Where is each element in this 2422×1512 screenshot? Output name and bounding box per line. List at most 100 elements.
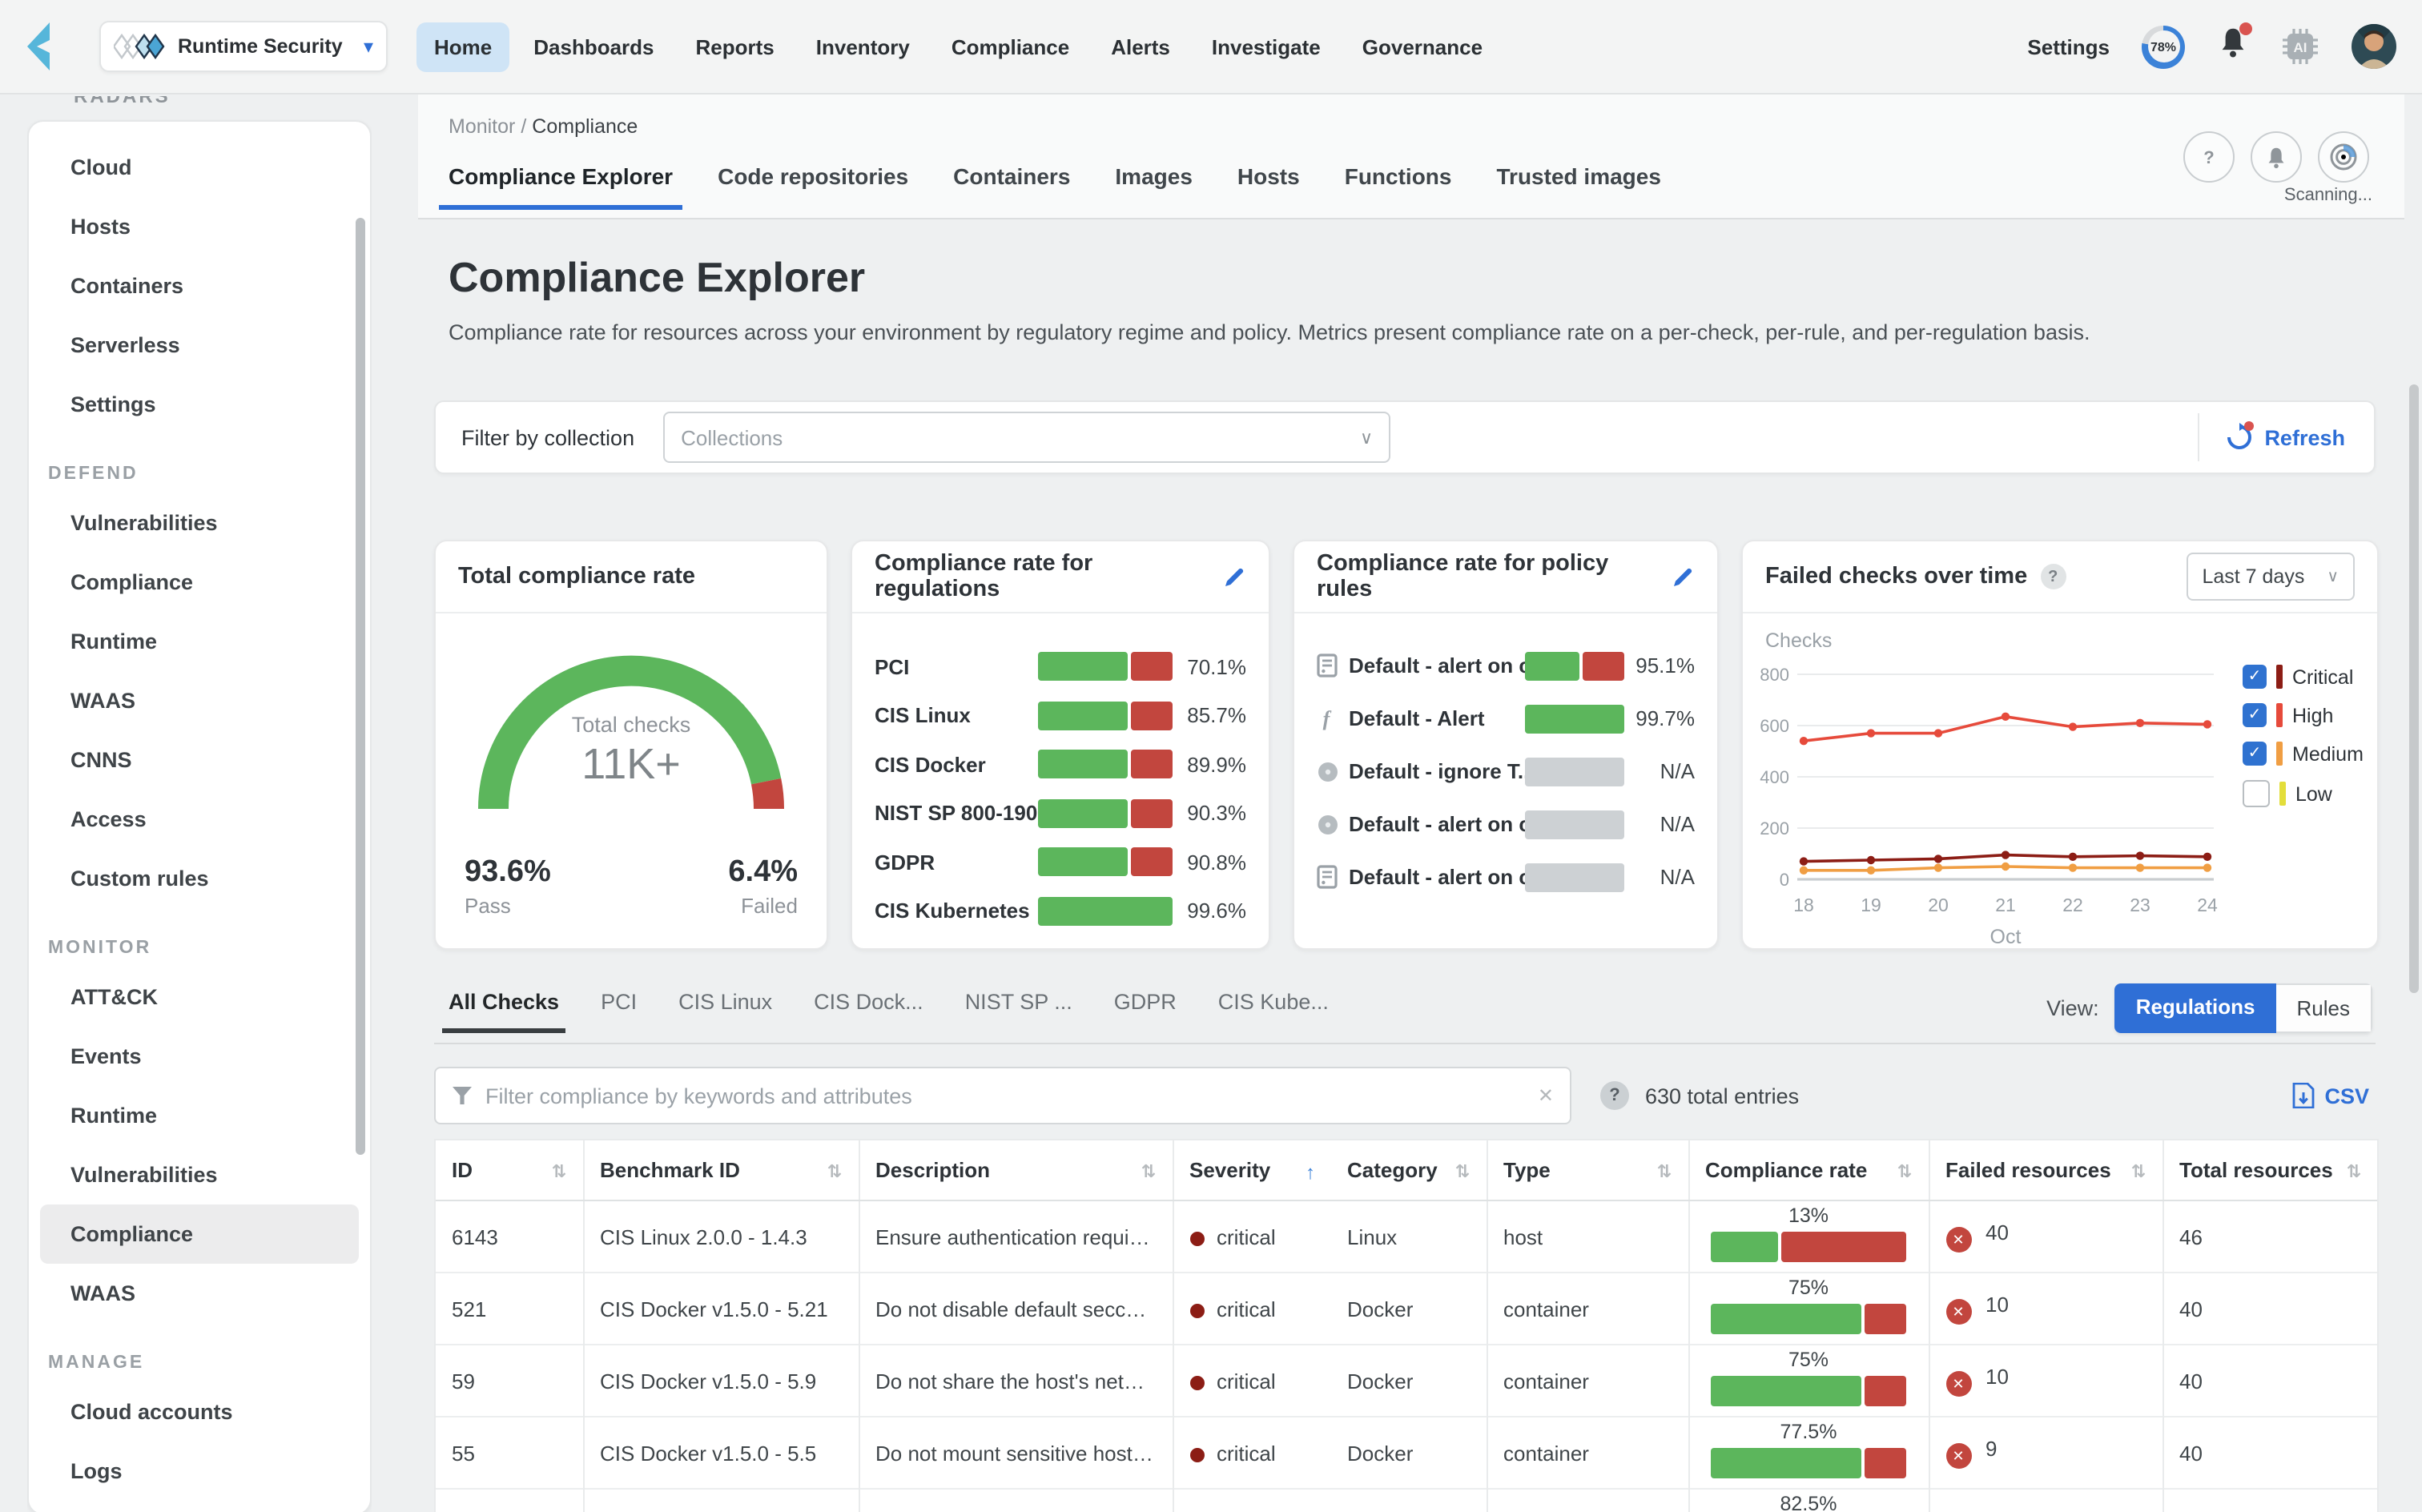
checked-checkbox[interactable]: ✓ (2243, 665, 2267, 689)
sidebar-item-waas[interactable]: WAAS (40, 671, 359, 730)
sidebar-item-cloud[interactable]: Cloud (40, 138, 359, 197)
tab-functions[interactable]: Functions (1345, 163, 1452, 210)
view-option-regulations[interactable]: Regulations (2115, 983, 2276, 1033)
regulation-row[interactable]: PCI70.1% (875, 642, 1246, 691)
checks-tab-pci[interactable]: PCI (601, 990, 637, 1033)
checked-checkbox[interactable]: ✓ (2243, 703, 2267, 727)
sidebar-item-settings[interactable]: Settings (40, 375, 359, 434)
checks-tab-nist-sp-[interactable]: NIST SP ... (965, 990, 1072, 1033)
sort-icon[interactable]: ⇅ (827, 1161, 842, 1182)
column-header-type[interactable]: Type⇅ (1487, 1140, 1688, 1200)
edit-pencil-icon[interactable] (1671, 565, 1695, 589)
sidebar-item-runtime[interactable]: Runtime (40, 612, 359, 671)
regulation-row[interactable]: GDPR90.8% (875, 838, 1246, 887)
sidebar-item-cloud-accounts[interactable]: Cloud accounts (40, 1382, 359, 1442)
policy-rule-row[interactable]: Default - ignore T...N/A (1317, 745, 1695, 798)
tab-code-repositories[interactable]: Code repositories (718, 163, 908, 210)
sidebar-scrollbar[interactable] (356, 218, 365, 1155)
nav-item-investigate[interactable]: Investigate (1194, 22, 1338, 71)
nav-item-compliance[interactable]: Compliance (934, 22, 1087, 71)
table-row[interactable]: 515CIS Docker v1.5.0 - 5.15Do not share … (436, 1489, 2377, 1512)
column-header-total-resources[interactable]: Total resources⇅ (2162, 1140, 2377, 1200)
column-header-category[interactable]: Category⇅ (1331, 1140, 1487, 1200)
sort-arrow-asc-icon[interactable]: ↑ (1306, 1160, 1315, 1183)
sidebar-item-hosts[interactable]: Hosts (40, 197, 359, 256)
sort-icon[interactable]: ⇅ (1897, 1161, 1912, 1182)
column-header-id[interactable]: ID⇅ (436, 1140, 583, 1200)
breadcrumb-parent[interactable]: Monitor (449, 115, 515, 138)
regulation-row[interactable]: CIS Kubernetes99.6% (875, 887, 1246, 935)
view-option-rules[interactable]: Rules (2276, 983, 2373, 1033)
tab-images[interactable]: Images (1115, 163, 1193, 210)
table-row[interactable]: 59CIS Docker v1.5.0 - 5.9Do not share th… (436, 1345, 2377, 1417)
legend-item-low[interactable]: Low (2243, 780, 2364, 807)
sidebar-item-events[interactable]: Events (40, 1027, 359, 1086)
sort-icon[interactable]: ⇅ (2347, 1161, 2361, 1182)
sort-icon[interactable]: ⇅ (1455, 1161, 1470, 1182)
legend-item-high[interactable]: ✓High (2243, 703, 2364, 727)
tab-hosts[interactable]: Hosts (1237, 163, 1300, 210)
checks-tab-all-checks[interactable]: All Checks (449, 990, 559, 1033)
checks-tab-cis-linux[interactable]: CIS Linux (678, 990, 772, 1033)
legend-item-medium[interactable]: ✓Medium (2243, 742, 2364, 766)
sidebar-item-access[interactable]: Access (40, 790, 359, 849)
page-scrollbar[interactable] (2409, 384, 2419, 993)
regulation-row[interactable]: NIST SP 800-19090.3% (875, 789, 1246, 838)
tab-trusted-images[interactable]: Trusted images (1497, 163, 1661, 210)
sidebar-item-defenders[interactable]: Defenders (40, 1501, 359, 1512)
sidebar-item-compliance[interactable]: Compliance (40, 553, 359, 612)
product-switcher[interactable]: Runtime Security ▾ (99, 21, 388, 72)
progress-ring[interactable]: 78% (2142, 25, 2185, 68)
scan-status-button[interactable] (2318, 131, 2369, 183)
alerts-bell-button[interactable] (2251, 131, 2302, 183)
table-row[interactable]: 55CIS Docker v1.5.0 - 5.5Do not mount se… (436, 1417, 2377, 1489)
nav-item-inventory[interactable]: Inventory (799, 22, 927, 71)
sidebar-item-compliance[interactable]: Compliance (40, 1204, 359, 1264)
sidebar-item-containers[interactable]: Containers (40, 256, 359, 316)
help-question-icon[interactable]: ? (2040, 564, 2066, 589)
edit-pencil-icon[interactable] (1222, 565, 1246, 589)
sidebar-item-att-ck[interactable]: ATT&CK (40, 967, 359, 1027)
tab-containers[interactable]: Containers (953, 163, 1070, 210)
user-avatar[interactable] (2352, 24, 2396, 69)
sidebar-item-logs[interactable]: Logs (40, 1442, 359, 1501)
sidebar-item-serverless[interactable]: Serverless (40, 316, 359, 375)
sort-icon[interactable]: ⇅ (1657, 1161, 1672, 1182)
sort-icon[interactable]: ⇅ (552, 1161, 566, 1182)
column-header-severity[interactable]: Severity↑ (1173, 1140, 1331, 1200)
legend-item-critical[interactable]: ✓Critical (2243, 665, 2364, 689)
checked-checkbox[interactable]: ✓ (2243, 742, 2267, 766)
nav-item-dashboards[interactable]: Dashboards (516, 22, 671, 71)
notifications-bell-icon[interactable] (2217, 26, 2249, 67)
ai-chip-icon[interactable]: AI (2281, 27, 2319, 66)
sort-icon[interactable]: ⇅ (2131, 1161, 2146, 1182)
time-range-select[interactable]: Last 7 days ∨ (2186, 553, 2355, 601)
table-row[interactable]: 521CIS Docker v1.5.0 - 5.21Do not disabl… (436, 1273, 2377, 1345)
nav-item-home[interactable]: Home (416, 22, 509, 71)
column-header-description[interactable]: Description⇅ (859, 1140, 1173, 1200)
table-row[interactable]: 6143CIS Linux 2.0.0 - 1.4.3Ensure authen… (436, 1200, 2377, 1273)
clear-filter-icon[interactable]: ✕ (1538, 1084, 1554, 1107)
policy-rule-row[interactable]: Default - alert on c...N/A (1317, 850, 1695, 903)
sort-icon[interactable]: ⇅ (1141, 1161, 1156, 1182)
sidebar-item-vulnerabilities[interactable]: Vulnerabilities (40, 1145, 359, 1204)
csv-export-button[interactable]: CSV (2292, 1083, 2376, 1108)
policy-rule-row[interactable]: fDefault - Alert99.7% (1317, 692, 1695, 745)
checks-tab-cis-dock-[interactable]: CIS Dock... (814, 990, 923, 1033)
collections-select[interactable]: Collections ∨ (663, 412, 1390, 463)
sidebar-item-cnns[interactable]: CNNS (40, 730, 359, 790)
sidebar-item-vulnerabilities[interactable]: Vulnerabilities (40, 493, 359, 553)
nav-item-governance[interactable]: Governance (1345, 22, 1500, 71)
settings-link[interactable]: Settings (2027, 34, 2110, 58)
checks-tab-gdpr[interactable]: GDPR (1114, 990, 1177, 1033)
regulation-row[interactable]: CIS Linux85.7% (875, 691, 1246, 740)
sidebar-item-runtime[interactable]: Runtime (40, 1086, 359, 1145)
checks-tab-cis-kube-[interactable]: CIS Kube... (1218, 990, 1329, 1033)
column-header-compliance-rate[interactable]: Compliance rate⇅ (1688, 1140, 1929, 1200)
table-filter-input[interactable]: Filter compliance by keywords and attrib… (434, 1067, 1571, 1124)
nav-item-alerts[interactable]: Alerts (1093, 22, 1188, 71)
sidebar-item-custom-rules[interactable]: Custom rules (40, 849, 359, 908)
refresh-button[interactable]: Refresh (2197, 413, 2374, 461)
regulation-row[interactable]: CIS Docker89.9% (875, 740, 1246, 789)
unchecked-checkbox[interactable] (2243, 780, 2270, 807)
